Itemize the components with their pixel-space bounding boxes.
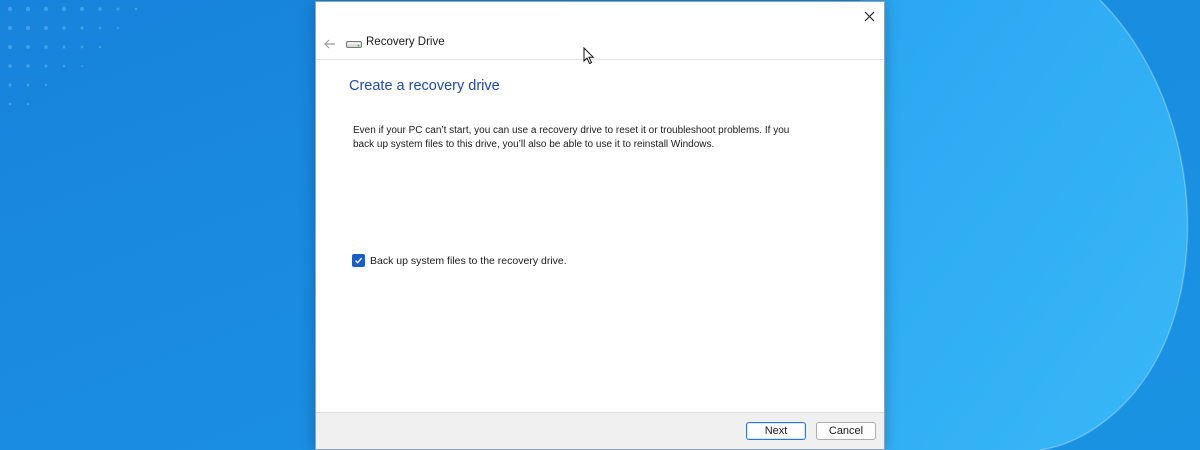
back-button[interactable] [320, 34, 340, 54]
title-bar [316, 2, 884, 30]
back-arrow-icon [324, 39, 335, 49]
recovery-drive-window: Recovery Drive Create a recovery drive E… [315, 1, 885, 450]
mouse-cursor-icon [583, 47, 595, 65]
backup-system-files-checkbox[interactable] [352, 254, 365, 267]
dialog-footer: Next Cancel [316, 412, 884, 449]
drive-icon [346, 41, 362, 48]
checkmark-icon [355, 257, 363, 264]
main-content: Create a recovery drive Even if your PC … [316, 60, 884, 413]
dot-pattern [7, 6, 138, 106]
description-text: Even if your PC can’t start, you can use… [353, 125, 790, 150]
page-heading: Create a recovery drive [349, 78, 500, 94]
backup-option[interactable]: Back up system files to the recovery dri… [352, 254, 567, 267]
cancel-button[interactable]: Cancel [816, 422, 876, 440]
window-title: Recovery Drive [366, 36, 445, 48]
navigation-bar: Recovery Drive [316, 30, 884, 60]
close-button[interactable] [854, 2, 884, 30]
backup-checkbox-label[interactable]: Back up system files to the recovery dri… [370, 255, 567, 267]
next-button[interactable]: Next [746, 422, 806, 440]
close-icon [864, 11, 874, 21]
